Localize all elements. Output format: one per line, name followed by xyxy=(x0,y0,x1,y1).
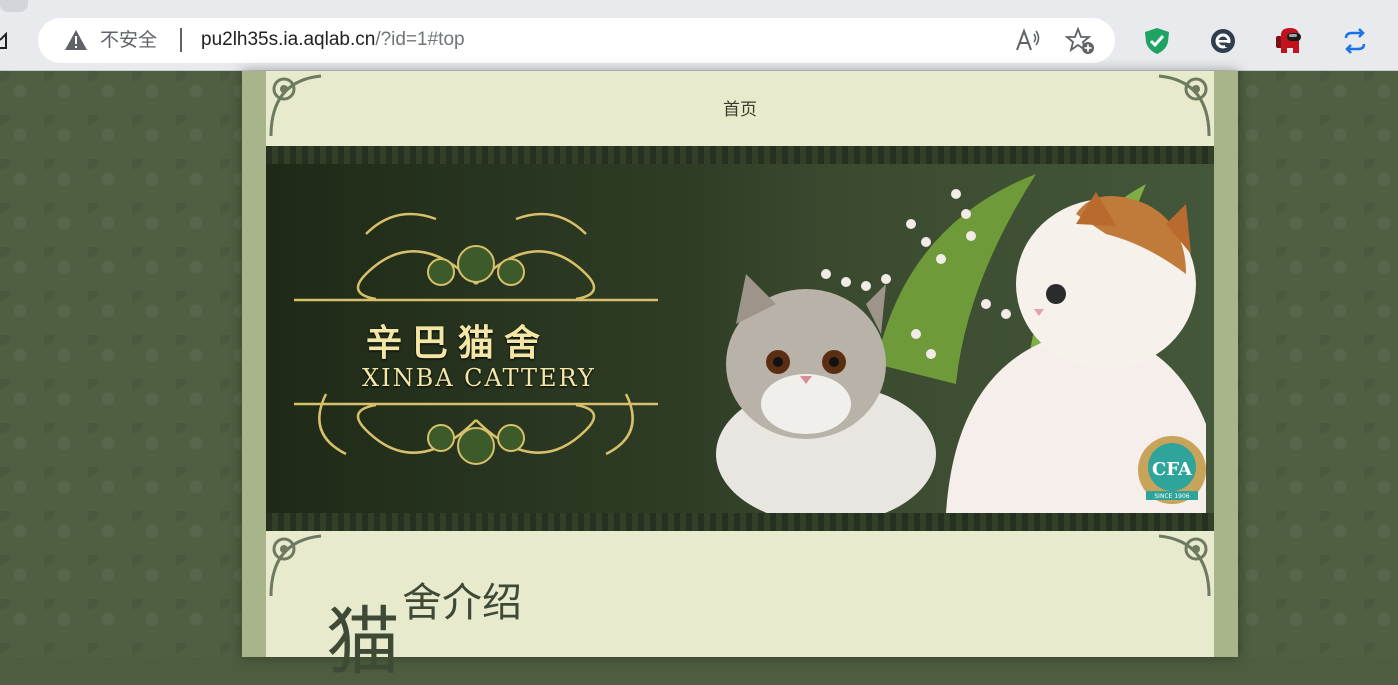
ornament-corner-icon xyxy=(269,534,322,597)
home-icon[interactable] xyxy=(0,30,10,50)
shield-extension-icon[interactable] xyxy=(1143,27,1171,55)
tab-strip-fragment xyxy=(0,0,28,12)
nav-home-link[interactable]: 首页 xyxy=(266,95,1214,120)
warning-icon[interactable] xyxy=(64,29,88,51)
section-title: 猫舍介绍 xyxy=(326,583,522,679)
security-status-label[interactable]: 不安全 xyxy=(100,28,157,52)
banner-border-top xyxy=(266,146,1214,164)
url-path: /?id=1#top xyxy=(375,29,465,50)
address-bar[interactable]: 不安全 pu2lh35s.ia.aqlab.cn/?id=1#top xyxy=(38,18,1115,63)
browser-toolbar: 不安全 pu2lh35s.ia.aqlab.cn/?id=1#top xyxy=(0,0,1398,71)
section-title-initial: 猫 xyxy=(326,599,400,685)
url-text[interactable]: pu2lh35s.ia.aqlab.cn/?id=1#top xyxy=(201,28,465,52)
cattery-logo-chinese: 辛巴猫舍 xyxy=(366,322,551,364)
e-extension-icon[interactable] xyxy=(1209,27,1237,55)
sync-extension-icon[interactable] xyxy=(1341,27,1369,55)
favorite-add-icon[interactable] xyxy=(1065,27,1095,55)
url-host: pu2lh35s.ia.aqlab.cn xyxy=(201,29,376,50)
cattery-banner: CFA SINCE 1906 辛巴猫舍 XINBA CATTERY xyxy=(266,146,1214,531)
cfa-badge-text: CFA xyxy=(1152,459,1193,480)
address-separator xyxy=(180,28,182,52)
among-us-extension-icon[interactable] xyxy=(1275,27,1303,55)
section-title-rest: 舍介绍 xyxy=(402,580,522,626)
banner-border-bottom xyxy=(266,513,1214,531)
cfa-badge-icon: CFA SINCE 1906 xyxy=(1138,436,1206,504)
ornament-corner-icon xyxy=(1158,534,1211,597)
read-aloud-icon[interactable] xyxy=(1015,28,1041,54)
cattery-logo-english: XINBA CATTERY xyxy=(362,364,596,392)
cfa-badge-since: SINCE 1906 xyxy=(1154,493,1189,500)
banner-image: CFA SINCE 1906 辛巴猫舍 XINBA CATTERY xyxy=(266,164,1214,513)
web-page: 首页 猫舍介绍 CFA SINCE 1906 辛巴猫舍 XINBA CATTER… xyxy=(0,71,1398,679)
